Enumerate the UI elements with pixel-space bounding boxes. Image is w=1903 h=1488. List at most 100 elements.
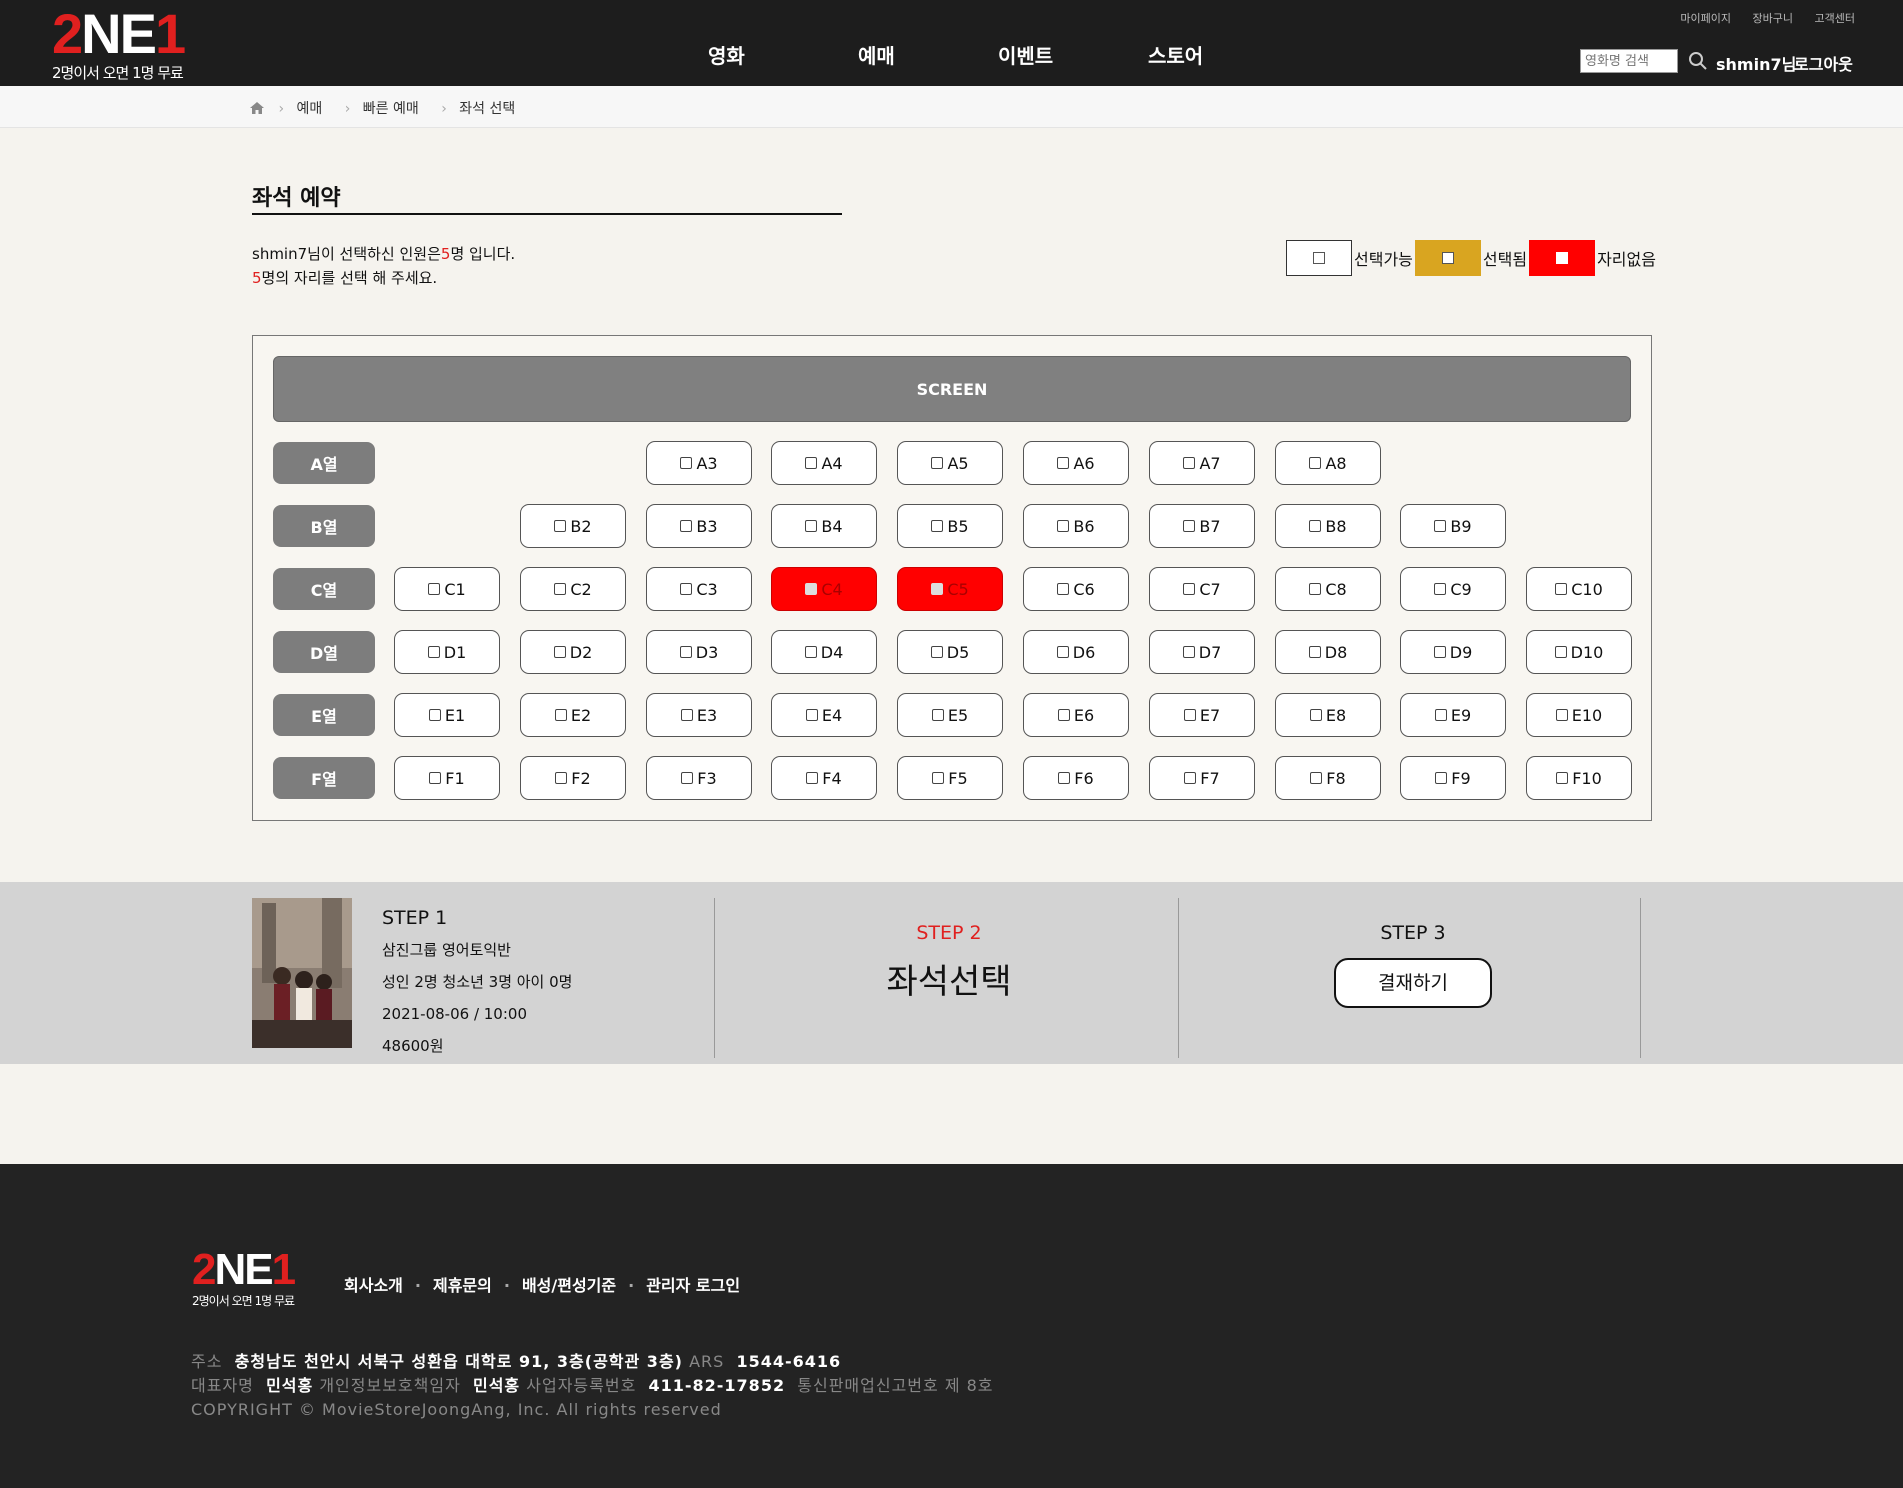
seat-checkbox[interactable] (554, 583, 567, 595)
seat-checkbox[interactable] (680, 520, 693, 532)
seat-checkbox[interactable] (1310, 772, 1323, 784)
seat-e1[interactable]: E1 (394, 693, 500, 737)
breadcrumb-quick-booking[interactable]: 빠른 예매 (363, 101, 419, 117)
breadcrumb-booking[interactable]: 예매 (297, 101, 323, 117)
seat-c1[interactable]: C1 (394, 567, 500, 611)
seat-c9[interactable]: C9 (1400, 567, 1506, 611)
seat-f6[interactable]: F6 (1023, 756, 1129, 800)
seat-f3[interactable]: F3 (646, 756, 752, 800)
seat-checkbox[interactable] (932, 772, 945, 784)
seat-e10[interactable]: E10 (1526, 693, 1632, 737)
seat-checkbox[interactable] (680, 457, 693, 469)
seat-b4[interactable]: B4 (771, 504, 877, 548)
seat-checkbox[interactable] (805, 709, 818, 721)
seat-e8[interactable]: E8 (1275, 693, 1381, 737)
nav-movie[interactable]: 영화 (708, 40, 745, 69)
seat-c5[interactable]: C5 (897, 567, 1003, 611)
seat-checkbox[interactable] (1183, 520, 1196, 532)
seat-f4[interactable]: F4 (771, 756, 877, 800)
seat-checkbox[interactable] (429, 772, 442, 784)
seat-e6[interactable]: E6 (1023, 693, 1129, 737)
seat-e5[interactable]: E5 (897, 693, 1003, 737)
seat-d7[interactable]: D7 (1149, 630, 1255, 674)
seat-b2[interactable]: B2 (520, 504, 626, 548)
seat-checkbox[interactable] (1184, 772, 1197, 784)
seat-checkbox[interactable] (1057, 457, 1070, 469)
pay-button[interactable]: 결재하기 (1334, 958, 1492, 1008)
seat-d1[interactable]: D1 (394, 630, 500, 674)
nav-store[interactable]: 스토어 (1148, 40, 1203, 69)
seat-checkbox[interactable] (1308, 646, 1321, 658)
seat-checkbox[interactable] (1435, 772, 1448, 784)
seat-d10[interactable]: D10 (1526, 630, 1632, 674)
seat-checkbox[interactable] (1056, 646, 1069, 658)
seat-e4[interactable]: E4 (771, 693, 877, 737)
seat-a8[interactable]: A8 (1275, 441, 1381, 485)
seat-checkbox[interactable] (1309, 457, 1322, 469)
seat-d2[interactable]: D2 (520, 630, 626, 674)
seat-checkbox[interactable] (1555, 583, 1568, 595)
seat-f5[interactable]: F5 (897, 756, 1003, 800)
seat-b7[interactable]: B7 (1149, 504, 1255, 548)
seat-checkbox[interactable] (930, 646, 943, 658)
seat-a6[interactable]: A6 (1023, 441, 1129, 485)
breadcrumb-seat-select[interactable]: 좌석 선택 (459, 101, 515, 117)
footer-link-policy[interactable]: 배성/편성기준 (522, 1276, 616, 1295)
seat-checkbox[interactable] (427, 646, 440, 658)
home-icon[interactable] (250, 102, 264, 114)
seat-b6[interactable]: B6 (1023, 504, 1129, 548)
seat-checkbox[interactable] (1555, 709, 1568, 721)
seat-checkbox[interactable] (804, 646, 817, 658)
seat-checkbox[interactable] (805, 583, 818, 595)
seat-c6[interactable]: C6 (1023, 567, 1129, 611)
seat-checkbox[interactable] (1433, 646, 1446, 658)
nav-booking[interactable]: 예매 (858, 40, 895, 69)
seat-checkbox[interactable] (428, 709, 441, 721)
seat-checkbox[interactable] (1183, 709, 1196, 721)
seat-d4[interactable]: D4 (771, 630, 877, 674)
seat-checkbox[interactable] (1183, 583, 1196, 595)
seat-checkbox[interactable] (680, 709, 693, 721)
seat-c7[interactable]: C7 (1149, 567, 1255, 611)
seat-checkbox[interactable] (805, 520, 818, 532)
seat-checkbox[interactable] (1183, 457, 1196, 469)
seat-checkbox[interactable] (554, 709, 567, 721)
seat-e3[interactable]: E3 (646, 693, 752, 737)
seat-checkbox[interactable] (931, 520, 944, 532)
seat-e9[interactable]: E9 (1400, 693, 1506, 737)
seat-f8[interactable]: F8 (1275, 756, 1381, 800)
seat-e7[interactable]: E7 (1149, 693, 1255, 737)
seat-d8[interactable]: D8 (1275, 630, 1381, 674)
seat-checkbox[interactable] (1309, 520, 1322, 532)
util-cart[interactable]: 장바구니 (1753, 12, 1793, 25)
seat-c10[interactable]: C10 (1526, 567, 1632, 611)
seat-c3[interactable]: C3 (646, 567, 752, 611)
seat-checkbox[interactable] (931, 709, 944, 721)
seat-e2[interactable]: E2 (520, 693, 626, 737)
seat-checkbox[interactable] (1434, 709, 1447, 721)
seat-c4[interactable]: C4 (771, 567, 877, 611)
footer-logo[interactable]: 2NE1 2명이서 오면 1명 무료 (192, 1248, 296, 1309)
seat-checkbox[interactable] (1554, 646, 1567, 658)
seat-d6[interactable]: D6 (1023, 630, 1129, 674)
seat-checkbox[interactable] (428, 583, 441, 595)
search-icon[interactable] (1688, 51, 1708, 71)
nav-event[interactable]: 이벤트 (998, 40, 1053, 69)
seat-c2[interactable]: C2 (520, 567, 626, 611)
seat-f10[interactable]: F10 (1526, 756, 1632, 800)
seat-a5[interactable]: A5 (897, 441, 1003, 485)
seat-f9[interactable]: F9 (1400, 756, 1506, 800)
logout-link[interactable]: 로그아웃 (1794, 51, 1853, 75)
seat-checkbox[interactable] (1057, 583, 1070, 595)
util-support[interactable]: 고객센터 (1815, 12, 1855, 25)
seat-a3[interactable]: A3 (646, 441, 752, 485)
seat-checkbox[interactable] (680, 583, 693, 595)
seat-checkbox[interactable] (1057, 520, 1070, 532)
seat-checkbox[interactable] (805, 457, 818, 469)
seat-checkbox[interactable] (931, 583, 944, 595)
seat-checkbox[interactable] (1434, 583, 1447, 595)
footer-link-partnership[interactable]: 제휴문의 (433, 1276, 492, 1295)
seat-checkbox[interactable] (1434, 520, 1447, 532)
util-mypage[interactable]: 마이페이지 (1680, 12, 1731, 25)
seat-checkbox[interactable] (1309, 709, 1322, 721)
